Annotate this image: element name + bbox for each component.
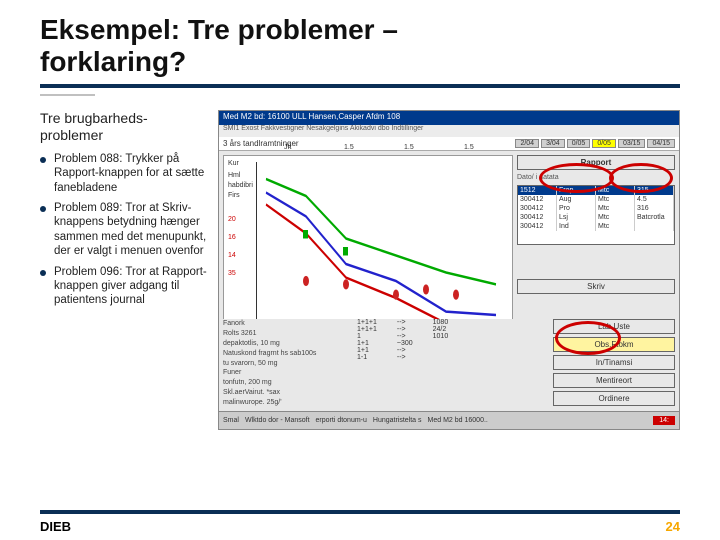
page-number: 24 bbox=[666, 519, 680, 534]
skriv-button[interactable]: Skriv bbox=[517, 279, 675, 294]
lm: --> bbox=[397, 326, 413, 333]
td: Mtc bbox=[596, 195, 635, 204]
lm: --> bbox=[397, 333, 413, 340]
td: Ind bbox=[557, 222, 596, 231]
tab[interactable]: 2/04 bbox=[515, 139, 539, 148]
td: 4.5 bbox=[635, 195, 674, 204]
taskbar-item[interactable]: Smal bbox=[223, 417, 239, 424]
ll-line: Skl.aerVairut. *sax bbox=[223, 388, 353, 398]
th: Mtc bbox=[596, 186, 635, 195]
lm: 1+1 bbox=[357, 347, 377, 354]
th: 1512 bbox=[518, 186, 557, 195]
ll-line: tu svarorn, 50 mg bbox=[223, 359, 353, 369]
ll-line: Fanork bbox=[223, 319, 353, 329]
td: Pro bbox=[557, 204, 596, 213]
tab[interactable]: 3/04 bbox=[541, 139, 565, 148]
taskbar-clock: 14: bbox=[653, 416, 675, 425]
lm: 24/2 bbox=[433, 326, 449, 333]
taskbar: Smal Wlktdo dor - Mansoft erporti dtonum… bbox=[219, 411, 679, 429]
chart-ylabel: habdibri bbox=[228, 182, 253, 189]
menubar: SMI1 Exost Fakkvestigner Nesakgelgins Ak… bbox=[219, 125, 679, 137]
title-line1: Eksempel: Tre problemer – bbox=[40, 14, 398, 45]
subheading: Tre brugbarheds-problemer bbox=[40, 110, 210, 144]
taskbar-item[interactable]: Med M2 bd 16000.. bbox=[428, 417, 488, 424]
side-button[interactable]: Lab Uste bbox=[553, 319, 675, 334]
td: 300412 bbox=[518, 222, 557, 231]
tab-active[interactable]: 0/05 bbox=[592, 139, 616, 148]
taskbar-item[interactable]: erporti dtonum-u bbox=[316, 417, 367, 424]
td: Batcrotla bbox=[635, 213, 674, 222]
lm: 1+1+1 bbox=[357, 326, 377, 333]
title-underline bbox=[40, 84, 680, 88]
td: 300412 bbox=[518, 204, 557, 213]
title-underline-short bbox=[40, 94, 95, 96]
chart-ylabel: Firs bbox=[228, 192, 240, 199]
chart-ytick: 16 bbox=[228, 234, 236, 241]
embedded-screenshot: Med M2 bd: 16100 ULL Hansen,Casper Afdm … bbox=[218, 110, 680, 430]
ll-line: tonfutn, 200 mg bbox=[223, 378, 353, 388]
lm: 1+1+1 bbox=[357, 319, 377, 326]
lm: 1080 bbox=[433, 319, 449, 326]
chart-ytick: 14 bbox=[228, 252, 236, 259]
date-tabs: 2/04 3/04 0/05 0/05 03/15 04/15 bbox=[515, 139, 675, 148]
chart-xtick: 1.5 bbox=[464, 144, 474, 151]
footer-left: DIEB bbox=[40, 519, 71, 534]
rapport-button[interactable]: Rapport bbox=[517, 155, 675, 170]
ll-line: depaktotlis, 10 mg bbox=[223, 339, 353, 349]
tab[interactable]: 04/15 bbox=[647, 139, 675, 148]
td bbox=[635, 222, 674, 231]
lm: --> bbox=[397, 319, 413, 326]
tab[interactable]: 0/05 bbox=[567, 139, 591, 148]
chart-xtick: 1.5 bbox=[344, 144, 354, 151]
side-button[interactable]: Mentireort bbox=[553, 373, 675, 388]
td: Lsj bbox=[557, 213, 596, 222]
ll-line: Funer bbox=[223, 368, 353, 378]
lm: 1-1 bbox=[357, 354, 377, 361]
th: Frep bbox=[557, 186, 596, 195]
bullet-item: Problem 096: Tror at Rapport-knappen giv… bbox=[40, 265, 210, 308]
taskbar-item[interactable]: Wlktdo dor - Mansoft bbox=[245, 417, 310, 424]
datestamp-label: Dato/ i datata bbox=[517, 174, 675, 181]
th: 315 bbox=[635, 186, 674, 195]
ll-line: malinwurope. 25g/' bbox=[223, 398, 353, 408]
taskbar-item[interactable]: Hungatristelta s bbox=[373, 417, 422, 424]
side-button-highlight[interactable]: Obs.Ftokm bbox=[553, 337, 675, 352]
td: Mtc bbox=[596, 213, 635, 222]
td: Mtc bbox=[596, 222, 635, 231]
chart-ytick: 20 bbox=[228, 216, 236, 223]
lm: --> bbox=[397, 347, 413, 354]
bullet-list: Problem 088: Trykker på Rapport-knappen … bbox=[40, 152, 210, 308]
chart-ytick: 35 bbox=[228, 270, 236, 277]
side-button[interactable]: In/Tinamsi bbox=[553, 355, 675, 370]
window-titlebar: Med M2 bd: 16100 ULL Hansen,Casper Afdm … bbox=[219, 111, 679, 125]
bullet-item: Problem 089: Tror at Skriv-knappens bety… bbox=[40, 201, 210, 259]
title-line2: forklaring? bbox=[40, 46, 186, 77]
td: 316 bbox=[635, 204, 674, 213]
slide-title: Eksempel: Tre problemer – forklaring? bbox=[40, 14, 680, 78]
footer-rule bbox=[40, 510, 680, 514]
td: Mtc bbox=[596, 204, 635, 213]
chart-ylabel: Kur bbox=[228, 160, 239, 167]
data-table: 1512 Frep Mtc 315 300412AugMtc4.5 300412… bbox=[517, 185, 675, 245]
lm: 1 bbox=[357, 333, 377, 340]
td: 300412 bbox=[518, 213, 557, 222]
lm: 1010 bbox=[433, 333, 449, 340]
chart-ylabel: Hml bbox=[228, 172, 240, 179]
lm: ~300 bbox=[397, 340, 413, 347]
chart-xtick: 1.5 bbox=[404, 144, 414, 151]
bullet-item: Problem 088: Trykker på Rapport-knappen … bbox=[40, 152, 210, 195]
tab[interactable]: 03/15 bbox=[618, 139, 646, 148]
ll-line: Rolts 3261 bbox=[223, 329, 353, 339]
lm: 1+1 bbox=[357, 340, 377, 347]
td: Aug bbox=[557, 195, 596, 204]
chart-xtick: Jft bbox=[284, 144, 291, 151]
lm: --> bbox=[397, 354, 413, 361]
td: 300412 bbox=[518, 195, 557, 204]
ll-line: Natuskond fragrnt hs sab100s bbox=[223, 349, 353, 359]
side-button[interactable]: Ordinere bbox=[553, 391, 675, 406]
